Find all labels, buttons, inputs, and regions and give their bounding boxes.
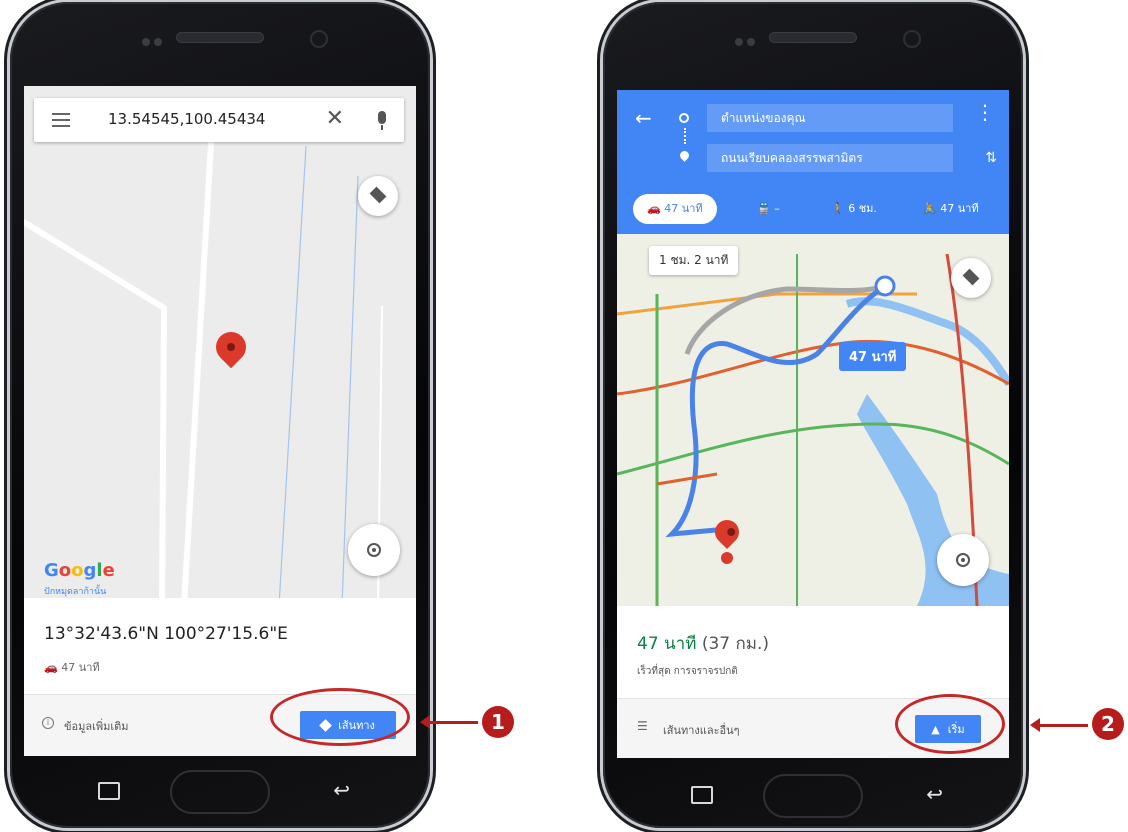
highlight-ring <box>895 694 1005 754</box>
main-route-time[interactable]: 47 นาที <box>839 342 907 371</box>
back-arrow-icon[interactable]: ← <box>635 106 652 130</box>
destination-dot <box>721 552 733 564</box>
mode-walk-tab[interactable]: 🚶 6 ชม. <box>831 194 877 224</box>
layers-button[interactable] <box>358 176 398 216</box>
car-icon: 🚗 <box>44 661 58 674</box>
my-location-icon <box>367 543 381 557</box>
steps-more-button[interactable]: เส้นทางและอื่นๆ <box>663 721 740 739</box>
travel-modes: 🚗 47 นาที 🚆 – 🚶 6 ชม. 🚴 47 นาที <box>633 194 999 224</box>
map-caption: ปักหมุดลาก้านั้น <box>44 587 107 597</box>
route-summary: 47 นาที (37 กม.) <box>637 630 769 657</box>
bike-icon: 🚴 <box>923 202 937 215</box>
layers-icon <box>369 186 387 204</box>
transit-icon: 🚆 <box>757 202 771 215</box>
recent-apps-icon[interactable] <box>691 786 713 804</box>
left-phone-frame: 13.54545,100.45434 ✕ Google ปักหมุดลาก้า… <box>10 2 430 828</box>
system-nav-bar: ↩ <box>617 762 1009 822</box>
layers-button[interactable] <box>951 258 991 298</box>
mode-transit-tab[interactable]: 🚆 – <box>757 194 780 224</box>
earpiece-speaker <box>769 32 857 43</box>
search-bar[interactable]: 13.54545,100.45434 ✕ <box>34 98 404 142</box>
mode-walk-label: 6 ชม. <box>848 202 877 215</box>
callout-arrow <box>1030 718 1088 732</box>
destination-field[interactable]: ถนนเรียบคลองสรรพสามิตร <box>707 144 953 172</box>
origin-dot-icon <box>679 113 689 123</box>
front-camera <box>310 30 328 48</box>
sensor-dots <box>142 31 168 46</box>
close-icon[interactable]: ✕ <box>326 106 344 131</box>
route-subtitle: เร็วที่สุด การจราจรปกติ <box>637 666 738 677</box>
right-phone-frame: ← ตำแหน่งของคุณ ถนนเรียบคลองสรรพสามิตร ⋮… <box>603 2 1023 828</box>
swap-icon[interactable]: ⇅ <box>985 150 997 166</box>
mode-bike-tab[interactable]: 🚴 47 นาที <box>923 194 979 224</box>
earpiece-speaker <box>176 32 264 43</box>
back-icon[interactable]: ↩ <box>926 782 943 806</box>
my-location-button[interactable] <box>348 524 400 576</box>
recent-apps-icon[interactable] <box>98 782 120 800</box>
my-location-button[interactable] <box>937 534 989 586</box>
my-location-icon <box>956 553 970 567</box>
alt-route-time[interactable]: 1 ชม. 2 นาที <box>649 246 739 275</box>
more-options-icon[interactable]: ⋮ <box>975 102 995 122</box>
front-camera <box>903 30 921 48</box>
search-input[interactable]: 13.54545,100.45434 <box>108 110 265 128</box>
info-icon: i <box>42 717 54 729</box>
sensor-dots <box>735 31 761 46</box>
directions-header: ← ตำแหน่งของคุณ ถนนเรียบคลองสรรพสามิตร ⋮… <box>617 90 1009 240</box>
home-button[interactable] <box>170 770 270 814</box>
drive-time-label: 47 นาที <box>61 661 100 674</box>
mode-bike-label: 47 นาที <box>940 202 979 215</box>
route-distance: (37 กม.) <box>701 634 770 654</box>
callout-arrow <box>420 715 478 729</box>
home-button[interactable] <box>763 774 863 818</box>
highlight-ring <box>270 688 410 746</box>
place-sheet[interactable]: 13°32'43.6"N 100°27'15.6"E 🚗 47 นาที <box>24 598 416 694</box>
mode-car-label: 47 นาที <box>664 202 703 215</box>
callout-badge: 2 <box>1092 708 1124 740</box>
car-icon: 🚗 <box>647 202 661 215</box>
route-connector <box>684 128 687 144</box>
route-sheet[interactable]: 47 นาที (37 กม.) เร็วที่สุด การจราจรปกติ <box>617 606 1009 698</box>
more-info-button[interactable]: ข้อมูลเพิ่มเติม <box>64 717 129 735</box>
place-coordinates: 13°32'43.6"N 100°27'15.6"E <box>44 624 288 644</box>
mode-transit-label: – <box>774 202 780 215</box>
layers-icon <box>962 268 980 286</box>
drive-time: 🚗 47 นาที <box>44 658 100 676</box>
list-icon: ☰ <box>637 719 648 733</box>
menu-icon[interactable] <box>52 113 70 127</box>
system-nav-bar: ↩ <box>24 758 416 822</box>
left-screen: 13.54545,100.45434 ✕ Google ปักหมุดลาก้า… <box>24 86 416 756</box>
route-time: 47 นาที <box>637 634 697 654</box>
microphone-icon[interactable] <box>378 111 386 130</box>
origin-field[interactable]: ตำแหน่งของคุณ <box>707 104 953 132</box>
destination-pin-icon <box>678 149 691 162</box>
back-icon[interactable]: ↩ <box>333 778 350 802</box>
google-logo: Google <box>44 560 115 581</box>
right-screen: ← ตำแหน่งของคุณ ถนนเรียบคลองสรรพสามิตร ⋮… <box>617 90 1009 758</box>
walk-icon: 🚶 <box>831 202 845 215</box>
callout-badge: 1 <box>482 706 514 738</box>
mode-car-tab[interactable]: 🚗 47 นาที <box>633 194 717 224</box>
